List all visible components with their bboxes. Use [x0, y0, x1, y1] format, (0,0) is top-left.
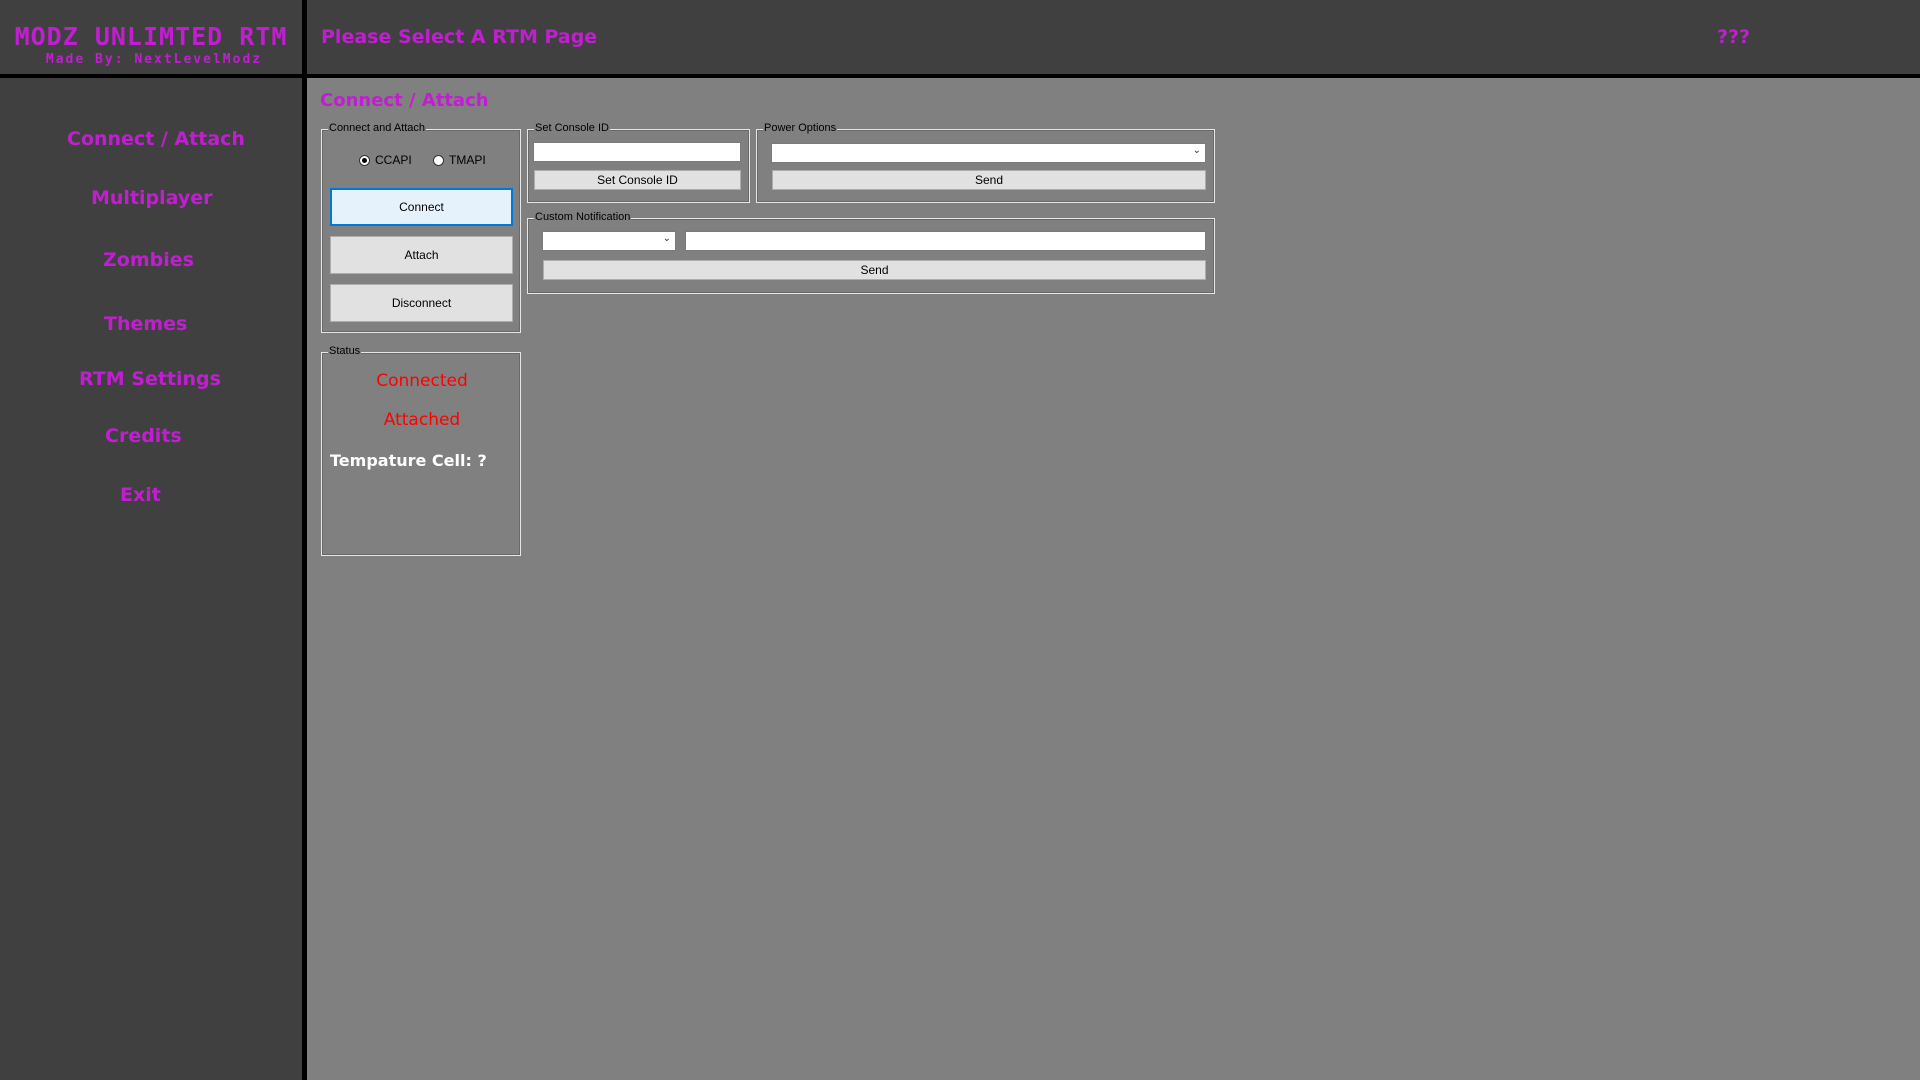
notification-icon-select[interactable]: ⌄: [542, 231, 676, 251]
power-options-select[interactable]: ⌄: [771, 143, 1206, 163]
power-send-button[interactable]: Send: [772, 170, 1206, 190]
ccapi-radio[interactable]: CCAPI: [359, 153, 412, 167]
logo-subtitle: Made By: NextLevelModz: [45, 52, 263, 67]
logo-title: MODZ UNLIMTED RTM: [14, 22, 288, 51]
ccapi-radio-label: CCAPI: [375, 153, 412, 167]
connect-attach-group: Connect and Attach CCAPI TMAPI Connect A…: [321, 121, 521, 333]
tmapi-radio-label: TMAPI: [449, 153, 486, 167]
sidebar-item-multiplayer[interactable]: Multiplayer: [91, 187, 213, 209]
notification-message-input[interactable]: [685, 231, 1206, 251]
sidebar: MODZ UNLIMTED RTM Made By: NextLevelModz…: [0, 0, 302, 1080]
chevron-down-icon: ⌄: [662, 233, 671, 244]
temperature-readout: Tempature Cell: ?: [330, 451, 487, 470]
section-title: Connect / Attach: [320, 90, 489, 111]
app-window: MODZ UNLIMTED RTM Made By: NextLevelModz…: [0, 0, 1920, 1080]
custom-notification-legend: Custom Notification: [534, 210, 632, 225]
power-options-group: Power Options ⌄ Send: [756, 121, 1215, 203]
sidebar-item-credits[interactable]: Credits: [105, 425, 182, 447]
status-legend: Status: [328, 344, 362, 359]
sidebar-item-exit[interactable]: Exit: [120, 484, 161, 506]
page-title: Please Select A RTM Page: [321, 26, 598, 48]
chevron-down-icon: ⌄: [1192, 145, 1201, 156]
sidebar-item-zombies[interactable]: Zombies: [103, 249, 194, 271]
connected-status: Connected: [376, 371, 468, 391]
ccapi-radio-dot[interactable]: [359, 154, 370, 166]
connect-attach-legend: Connect and Attach: [328, 121, 427, 136]
attach-button[interactable]: Attach: [330, 236, 513, 274]
custom-notification-group: Custom Notification ⌄ Send: [527, 210, 1215, 294]
app-logo: MODZ UNLIMTED RTM Made By: NextLevelModz: [0, 22, 302, 67]
set-console-id-button[interactable]: Set Console ID: [534, 170, 741, 190]
tmapi-radio[interactable]: TMAPI: [433, 153, 486, 167]
notification-send-button[interactable]: Send: [543, 260, 1206, 280]
header-status-text: ???: [1717, 26, 1751, 48]
sidebar-item-connect-attach[interactable]: Connect / Attach: [67, 128, 245, 150]
header-divider: [0, 74, 1920, 78]
sidebar-item-themes[interactable]: Themes: [104, 313, 187, 335]
connect-button[interactable]: Connect: [330, 188, 513, 226]
header-bar: Please Select A RTM Page ???: [307, 0, 1920, 74]
disconnect-button[interactable]: Disconnect: [330, 284, 513, 322]
tmapi-radio-dot[interactable]: [433, 154, 444, 166]
attached-status: Attached: [383, 410, 461, 430]
console-id-group: Set Console ID Set Console ID: [527, 121, 750, 203]
sidebar-item-rtm-settings[interactable]: RTM Settings: [79, 368, 221, 390]
power-options-legend: Power Options: [763, 121, 838, 136]
console-id-input[interactable]: [533, 142, 741, 162]
console-id-legend: Set Console ID: [534, 121, 610, 136]
status-group: Status Connected Attached Tempature Cell…: [321, 344, 521, 556]
sidebar-divider: [302, 0, 307, 1080]
